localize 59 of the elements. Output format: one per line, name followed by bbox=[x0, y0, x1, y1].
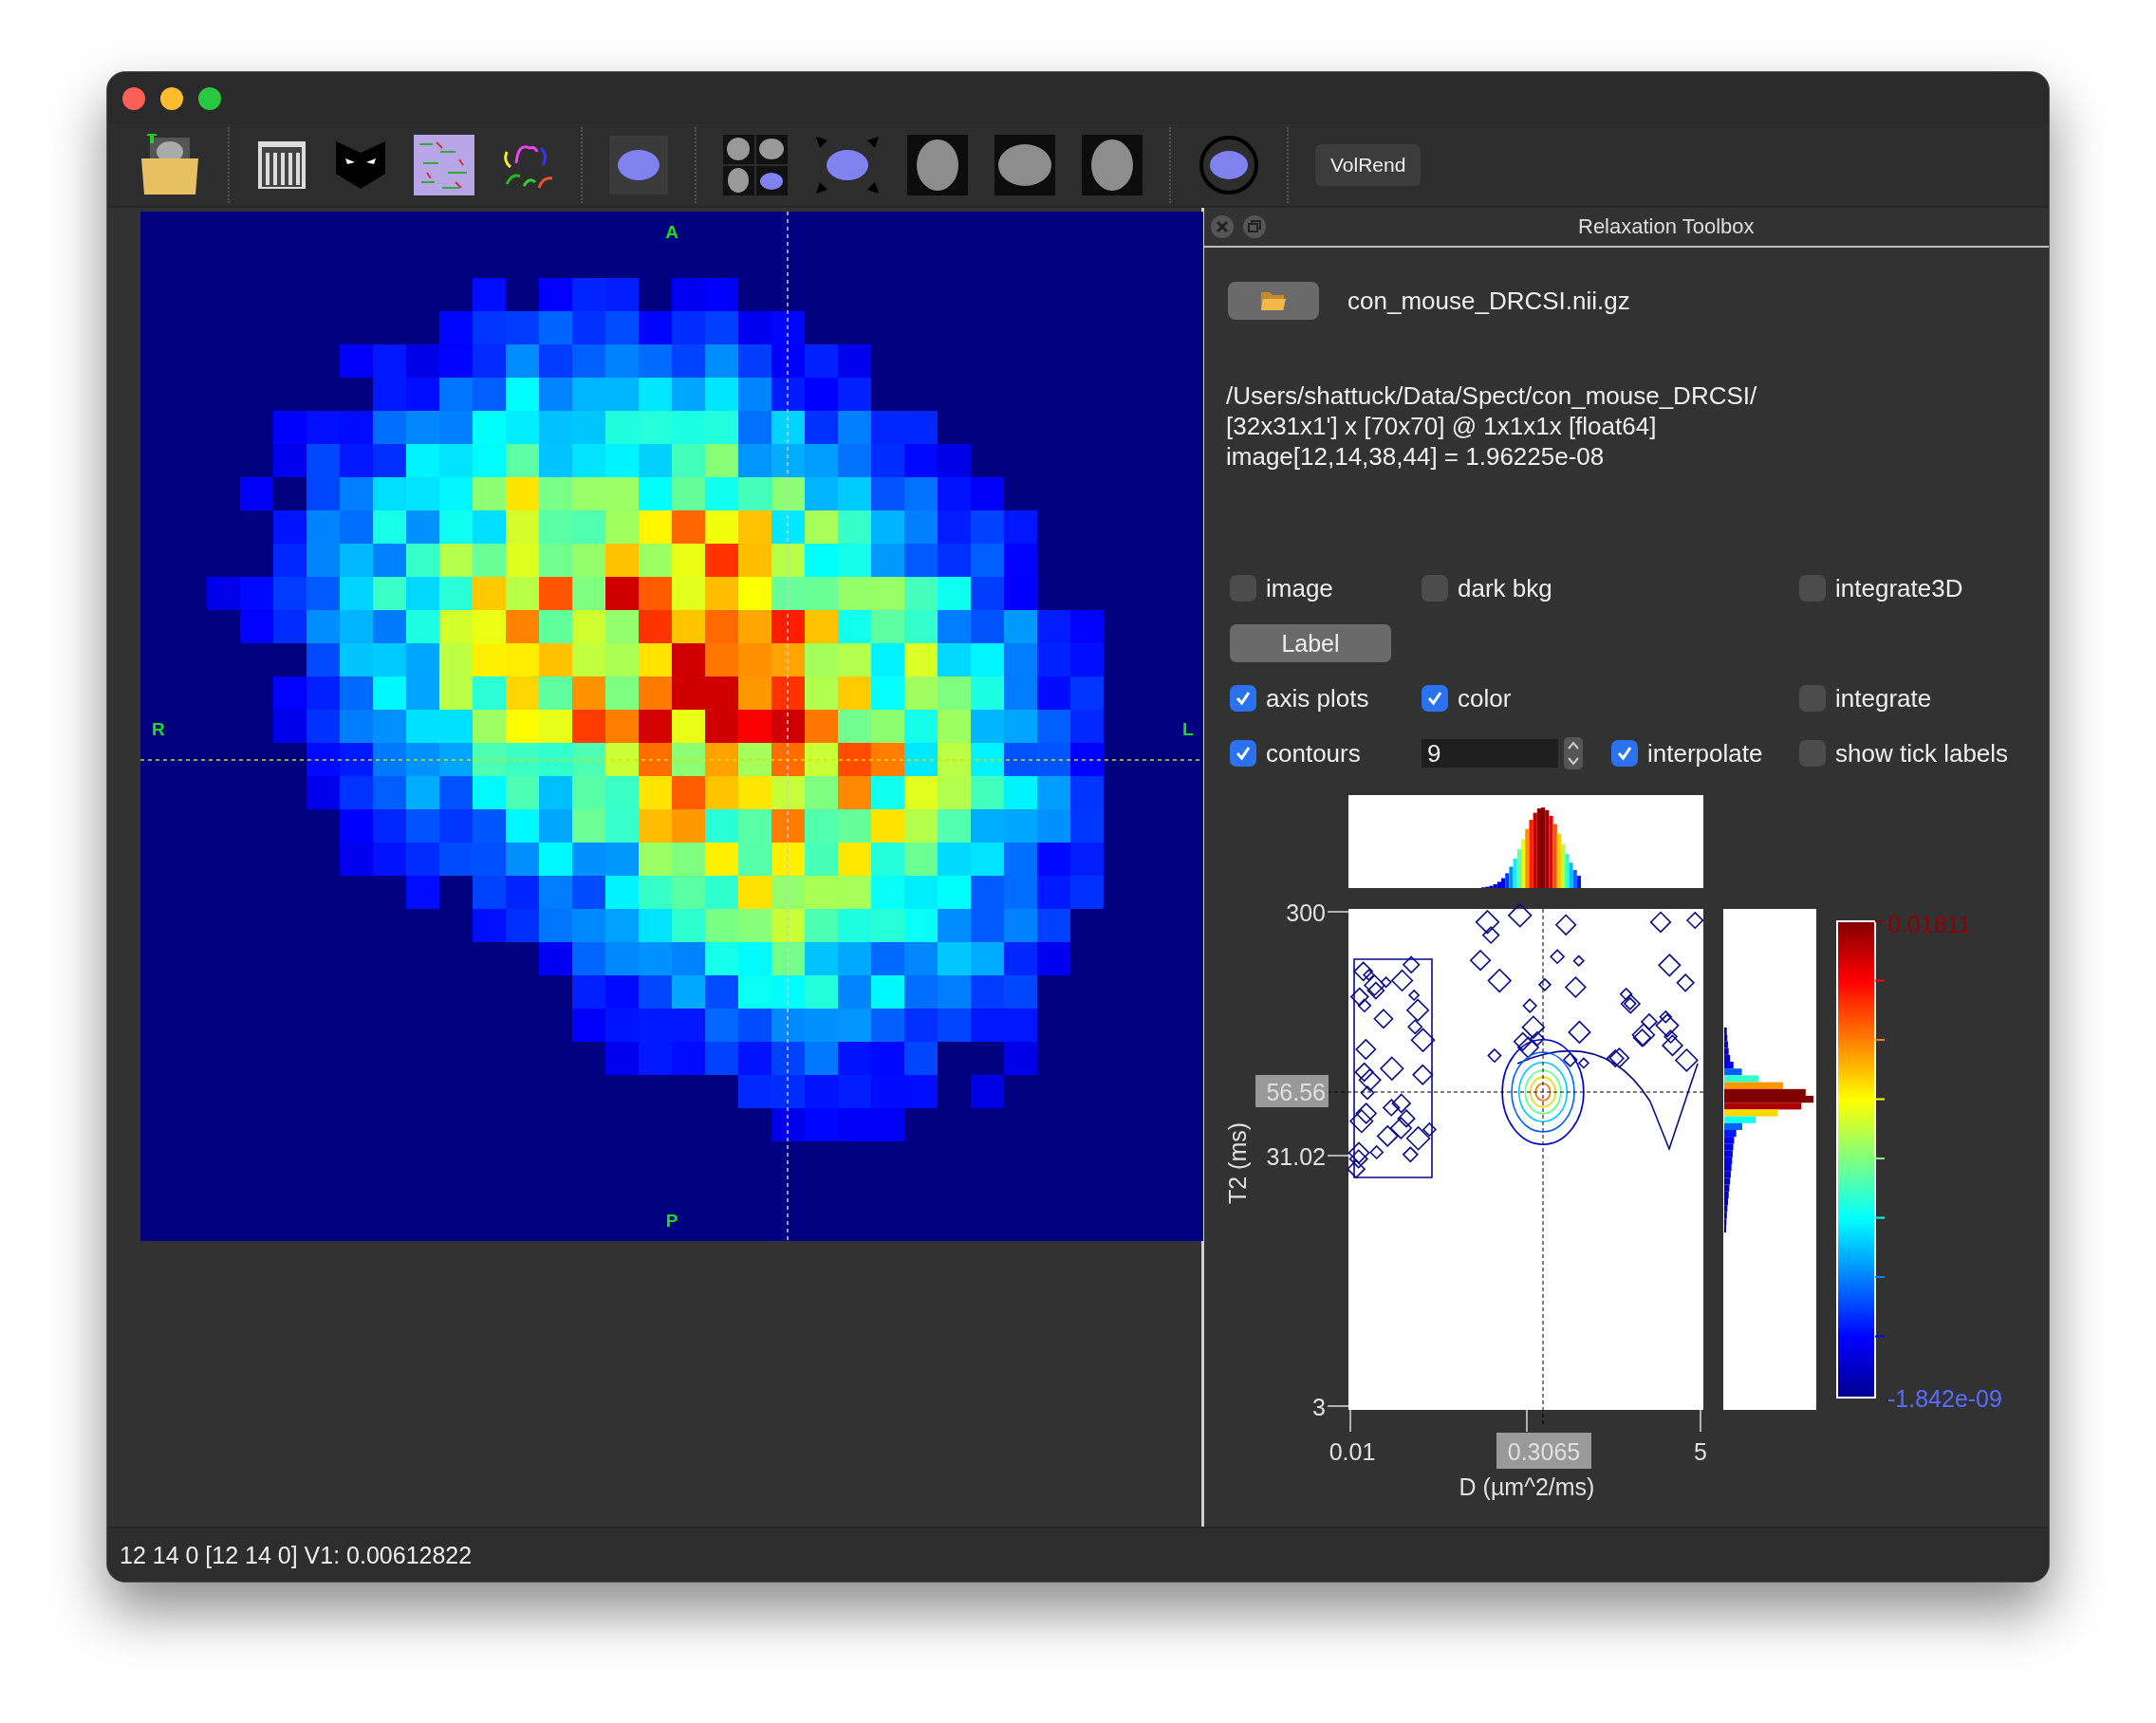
x-tick-label: 0.01 bbox=[1329, 1438, 1376, 1465]
colorbar-min-label: -1.842e-09 bbox=[1887, 1385, 2002, 1412]
brain-icon[interactable] bbox=[609, 136, 668, 195]
orientation-label: P bbox=[665, 1211, 678, 1231]
checkbox[interactable] bbox=[1799, 740, 1826, 767]
folder-icon bbox=[1260, 289, 1287, 312]
checkbox[interactable] bbox=[1611, 740, 1638, 767]
scan-photo-placeholder[interactable] bbox=[994, 135, 1055, 195]
checkbox-label: integrate3D bbox=[1835, 573, 1963, 603]
y-tick-label: 300 bbox=[1286, 899, 1326, 926]
stepper-icon[interactable] bbox=[1564, 737, 1583, 769]
info-text: [32x31x1'] x [70x70] @ 1x1x1x [float64] bbox=[1226, 411, 1658, 441]
y-axis-label: T2 (ms) bbox=[1224, 1121, 1251, 1205]
brain-arrows-icon[interactable] bbox=[814, 135, 881, 195]
checkbox-label: interpolate bbox=[1647, 738, 1763, 769]
checkbox-label: contours bbox=[1266, 738, 1361, 769]
open-file-button[interactable] bbox=[1228, 282, 1319, 320]
checkbox-label: show tick labels bbox=[1835, 738, 2009, 769]
checkbox[interactable] bbox=[1422, 575, 1448, 602]
y-cursor-value: 56.56 bbox=[1255, 1075, 1329, 1107]
checkbox[interactable] bbox=[1230, 740, 1256, 767]
brain-circle-icon[interactable] bbox=[1198, 135, 1260, 195]
orientation-label: L bbox=[1182, 719, 1194, 739]
checkbox-label: dark bkg bbox=[1458, 573, 1552, 603]
four-panel-scan-icon[interactable] bbox=[723, 135, 788, 195]
y-tick-label: 31.02 bbox=[1266, 1143, 1326, 1170]
zoom-window-button[interactable] bbox=[198, 86, 221, 110]
label-button[interactable]: Label bbox=[1230, 624, 1391, 662]
info-text: /Users/shattuck/Data/Spect/con_mouse_DRCSI/ bbox=[1226, 380, 1758, 411]
scan-photo-placeholder[interactable] bbox=[907, 135, 968, 195]
orientation-label: R bbox=[152, 719, 165, 739]
checkbox-label: color bbox=[1458, 683, 1512, 713]
minimize-window-button[interactable] bbox=[160, 86, 183, 110]
volrend-button[interactable]: VolRend bbox=[1315, 144, 1422, 186]
checkbox-label: image bbox=[1266, 573, 1333, 603]
mask-icon[interactable] bbox=[334, 139, 387, 191]
checkbox[interactable] bbox=[1799, 575, 1826, 602]
scan-photo-placeholder[interactable] bbox=[1082, 135, 1143, 195]
status-text: 12 14 0 [12 14 0] V1: 0.00612822 bbox=[120, 1541, 473, 1569]
colorbar-max-label: 0.01811 bbox=[1887, 911, 1972, 937]
orientation-label: A bbox=[665, 222, 678, 242]
checkbox[interactable] bbox=[1230, 685, 1256, 712]
vector-field-icon[interactable] bbox=[414, 135, 474, 195]
striped-box-icon[interactable] bbox=[256, 139, 307, 191]
file-name: con_mouse_DRCSI.nii.gz bbox=[1348, 286, 1630, 316]
x-cursor-value: 0.3065 bbox=[1496, 1433, 1591, 1469]
x-axis-label: D (µm^2/ms) bbox=[1459, 1473, 1595, 1500]
checkbox[interactable] bbox=[1799, 685, 1826, 712]
number-field[interactable]: 9 bbox=[1422, 739, 1558, 768]
x-tick-label: 5 bbox=[1694, 1438, 1707, 1465]
checkbox[interactable] bbox=[1230, 575, 1256, 602]
folder-icon[interactable] bbox=[139, 134, 201, 196]
checkbox-label: axis plots bbox=[1266, 683, 1369, 713]
checkbox[interactable] bbox=[1422, 685, 1448, 712]
panel-title: Relaxation Toolbox bbox=[1578, 214, 1755, 239]
checkbox-label: integrate bbox=[1835, 683, 1932, 713]
y-tick-label: 3 bbox=[1312, 1394, 1326, 1420]
close-window-button[interactable] bbox=[122, 86, 145, 110]
info-text: image[12,14,38,44] = 1.96225e-08 bbox=[1226, 441, 1606, 472]
